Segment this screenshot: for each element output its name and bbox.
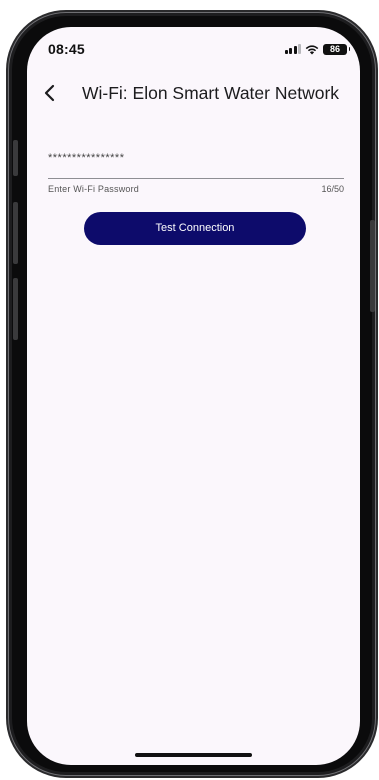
password-field-underline [48, 178, 344, 179]
status-indicators: 86 [284, 43, 350, 55]
home-indicator[interactable] [135, 753, 252, 757]
test-connection-button[interactable]: Test Connection [84, 212, 306, 245]
battery-icon: 86 [323, 43, 350, 55]
power-button [370, 220, 375, 312]
status-bar: 08:45 86 [27, 27, 360, 73]
page-title: Wi-Fi: Elon Smart Water Network [82, 83, 340, 103]
nav-header: Wi-Fi: Elon Smart Water Network [27, 79, 360, 109]
back-button[interactable] [35, 79, 63, 107]
password-helper-text: Enter Wi-Fi Password [48, 184, 140, 194]
wifi-password-input[interactable]: **************** [48, 152, 338, 164]
wifi-icon [305, 44, 319, 54]
cellular-signal-icon [284, 44, 301, 54]
volume-down-button [13, 278, 18, 340]
password-character-counter: 16/50 [321, 184, 344, 194]
mute-switch [13, 140, 18, 176]
status-time: 08:45 [48, 41, 85, 57]
app-screen: 08:45 86 Wi-Fi: Elon Smart Water Network… [27, 27, 360, 765]
volume-up-button [13, 202, 18, 264]
chevron-left-icon [44, 84, 55, 102]
page: 08:45 86 Wi-Fi: Elon Smart Water Network… [0, 0, 379, 780]
